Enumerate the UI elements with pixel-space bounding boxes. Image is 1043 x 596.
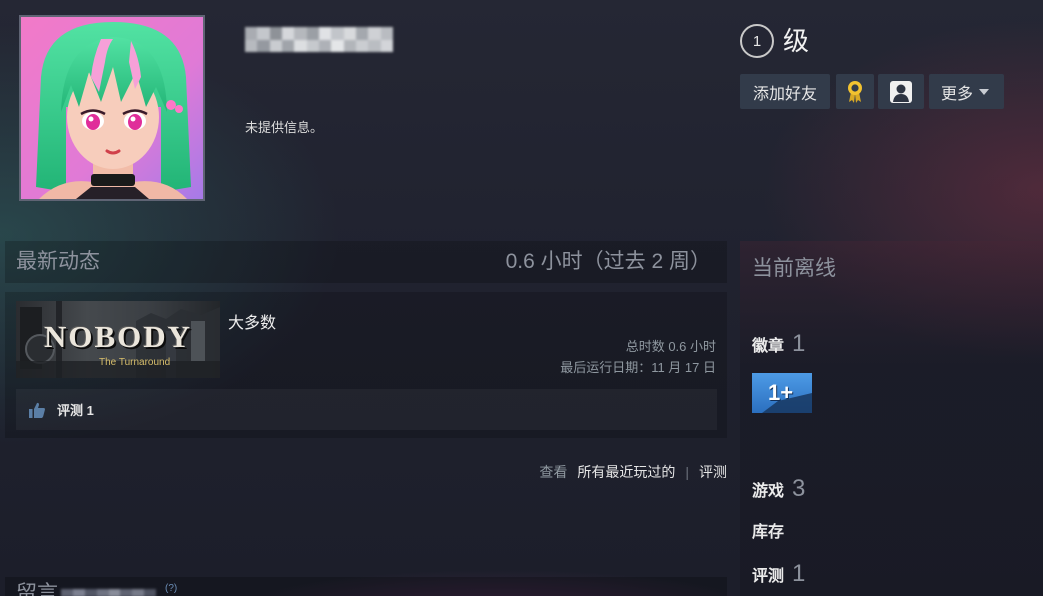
games-count: 3 bbox=[792, 475, 806, 502]
recent-playtime-summary: 0.6 小时（过去 2 周） bbox=[505, 250, 711, 273]
inventory-label: 库存 bbox=[752, 524, 785, 541]
recent-activity-header: 最新动态 0.6 小时（过去 2 周） bbox=[5, 241, 727, 283]
level-badge: 1 bbox=[740, 24, 774, 58]
all-recently-played-link[interactable]: 所有最近玩过的 bbox=[577, 464, 675, 480]
thumbs-up-icon bbox=[28, 401, 46, 419]
badges-label: 徽章 bbox=[752, 338, 785, 355]
chevron-down-icon bbox=[979, 88, 990, 95]
recent-activity-title: 最新动态 bbox=[16, 250, 100, 273]
links-separator: | bbox=[685, 464, 689, 480]
level-label: 级 bbox=[783, 26, 810, 56]
game-capsule-image[interactable]: NOBODY The Turnaround bbox=[16, 301, 220, 378]
game-review-row[interactable]: 评测 1 bbox=[16, 389, 717, 430]
profile-header: 未提供信息。 1 级 添加好友 更多 bbox=[0, 0, 1043, 236]
featured-badge[interactable]: 1+ bbox=[752, 373, 812, 413]
more-button[interactable]: 更多 bbox=[929, 74, 1004, 109]
badges-link[interactable]: 徽章 1 bbox=[752, 329, 805, 359]
game-last-played: 最后运行日期：11 月 17 日 bbox=[560, 360, 716, 375]
award-button[interactable] bbox=[836, 74, 874, 109]
game-name-link[interactable]: 大多数 bbox=[228, 314, 276, 334]
sidebar-reviews-link[interactable]: 评测 1 bbox=[752, 559, 805, 589]
badges-count: 1 bbox=[792, 330, 806, 357]
games-link[interactable]: 游戏 3 bbox=[752, 474, 805, 504]
inventory-link[interactable]: 库存 bbox=[752, 518, 784, 548]
game-logo-text: NOBODY bbox=[43, 319, 193, 354]
recent-activity-links: 查看 所有最近玩过的 | 评测 bbox=[539, 464, 727, 480]
comments-title: 留言 bbox=[16, 582, 58, 596]
avatar-image bbox=[21, 17, 203, 199]
reviews-link[interactable]: 评测 bbox=[699, 464, 727, 480]
game-logo-subtitle: The Turnaround bbox=[99, 357, 171, 368]
online-status: 当前离线 bbox=[752, 257, 836, 280]
persona-name-redacted bbox=[245, 27, 393, 52]
main-column: 最新动态 0.6 小时（过去 2 周） NOBODY The Turnaroun… bbox=[5, 241, 727, 596]
profile-sidebar: 当前离线 徽章 1 1+ 游戏 3 库存 评测 1 bbox=[740, 241, 1043, 596]
avatar bbox=[19, 15, 205, 201]
profile-icon bbox=[890, 80, 912, 103]
more-label: 更多 bbox=[941, 85, 974, 103]
game-review-label: 评测 1 bbox=[57, 403, 94, 418]
profile-summary: 未提供信息。 bbox=[245, 120, 324, 135]
games-label: 游戏 bbox=[752, 483, 785, 500]
comments-subtitle-redacted bbox=[61, 589, 156, 596]
add-friend-button[interactable]: 添加好友 bbox=[740, 74, 830, 109]
view-profile-button[interactable] bbox=[878, 74, 924, 109]
profile-level[interactable]: 1 级 bbox=[740, 24, 809, 58]
sidebar-reviews-label: 评测 bbox=[752, 568, 785, 585]
view-prefix: 查看 bbox=[539, 464, 568, 480]
sidebar-reviews-count: 1 bbox=[792, 560, 806, 587]
featured-badge-text: 1+ bbox=[768, 380, 794, 405]
comments-help-link[interactable]: (?) bbox=[165, 583, 177, 595]
recent-game-card: NOBODY The Turnaround 大多数 总时数 0.6 小时 最后运… bbox=[5, 292, 727, 438]
add-friend-label: 添加好友 bbox=[752, 85, 817, 103]
game-total-playtime: 总时数 0.6 小时 bbox=[625, 339, 716, 354]
award-icon bbox=[847, 80, 863, 104]
comments-section: 留言 (?) bbox=[5, 577, 727, 596]
